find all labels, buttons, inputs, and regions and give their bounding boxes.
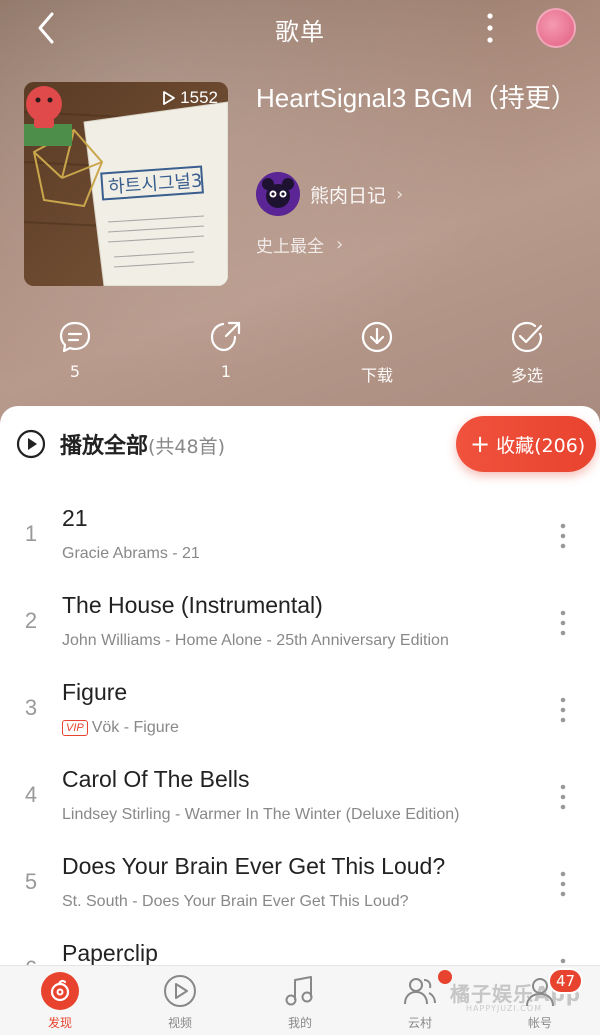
song-index: 5 bbox=[24, 869, 38, 894]
play-count-value: 1552 bbox=[180, 88, 218, 107]
song-subtitle: VIP Vök - Figure bbox=[62, 719, 179, 737]
song-more-icon[interactable] bbox=[556, 869, 570, 899]
song-title: Carol Of The Bells bbox=[62, 766, 250, 792]
song-title: 21 bbox=[62, 505, 88, 531]
tab-discover[interactable]: 发现 bbox=[20, 972, 100, 1031]
watermark-subtext: HAPPYJUZI.COM bbox=[466, 1004, 543, 1013]
song-artist-album: St. South - Does Your Brain Ever Get Thi… bbox=[62, 893, 409, 910]
playlist-cover[interactable]: 하트시그널3 1552 bbox=[24, 82, 228, 286]
song-artist-album: John Williams - Home Alone - 25th Annive… bbox=[62, 632, 449, 649]
page-title: 歌单 bbox=[275, 18, 325, 46]
chevron-right-icon: › bbox=[396, 183, 404, 205]
top-bar: 歌单 bbox=[0, 0, 600, 56]
song-index: 4 bbox=[24, 782, 38, 807]
share-count: 1 bbox=[220, 362, 232, 381]
tab-label: 我的 bbox=[287, 1016, 312, 1030]
song-index: 1 bbox=[24, 521, 38, 546]
download-icon bbox=[361, 321, 393, 353]
collect-label: 收藏(206) bbox=[496, 434, 586, 457]
song-row[interactable]: 2 The House (Instrumental) John Williams… bbox=[0, 580, 600, 667]
community-icon bbox=[404, 978, 436, 1005]
tab-mine[interactable]: 我的 bbox=[260, 972, 340, 1031]
song-title: Paperclip bbox=[62, 940, 158, 966]
song-row[interactable]: 3 Figure VIP Vök - Figure bbox=[0, 667, 600, 754]
comment-count: 5 bbox=[69, 362, 81, 381]
play-all-label: 播放全部(共48首) bbox=[60, 428, 225, 460]
creator-link[interactable]: 熊肉日记 › bbox=[256, 172, 403, 216]
tab-label: 帐号 bbox=[527, 1016, 552, 1030]
play-all-text: 播放全部 bbox=[60, 434, 149, 459]
discover-icon bbox=[41, 972, 79, 1010]
creator-avatar-image bbox=[256, 172, 300, 216]
playlist-title[interactable]: HeartSignal3 BGM（持更） bbox=[256, 80, 577, 116]
song-artist-album: Vök - Figure bbox=[91, 719, 179, 736]
song-more-icon[interactable] bbox=[556, 608, 570, 638]
play-circle-icon bbox=[16, 429, 46, 459]
song-row[interactable]: 5 Does Your Brain Ever Get This Loud? St… bbox=[0, 841, 600, 928]
multi-select-label: 多选 bbox=[510, 366, 543, 385]
creator-avatar bbox=[256, 172, 300, 216]
collect-button[interactable]: + 收藏(206) bbox=[456, 416, 596, 472]
comment-button[interactable]: 5 bbox=[25, 320, 125, 381]
video-icon bbox=[164, 975, 196, 1007]
vip-badge: VIP bbox=[62, 720, 88, 736]
song-row[interactable]: 1 21 Gracie Abrams - 21 bbox=[0, 493, 600, 580]
music-note-icon bbox=[285, 976, 313, 1006]
playing-disc-avatar[interactable] bbox=[536, 8, 576, 48]
share-icon bbox=[210, 321, 241, 352]
chevron-right-icon: › bbox=[336, 234, 344, 255]
song-index: 3 bbox=[24, 695, 38, 720]
song-subtitle: St. South - Does Your Brain Ever Get Thi… bbox=[62, 893, 409, 911]
tab-video[interactable]: 视频 bbox=[140, 972, 220, 1031]
creator-name: 熊肉日记 bbox=[310, 184, 387, 207]
play-count: 1552 bbox=[162, 88, 218, 108]
more-vertical-icon bbox=[487, 13, 493, 43]
song-count: (共48首) bbox=[148, 436, 226, 458]
song-title: Figure bbox=[62, 679, 128, 705]
song-more-icon[interactable] bbox=[556, 521, 570, 551]
play-triangle-icon bbox=[163, 91, 176, 105]
song-artist-album: Lindsey Stirling - Warmer In The Winter … bbox=[62, 806, 460, 823]
share-button[interactable]: 1 bbox=[176, 320, 276, 381]
download-label: 下载 bbox=[360, 366, 393, 385]
playlist-description[interactable]: 史上最全 › bbox=[256, 232, 343, 257]
notification-dot bbox=[438, 970, 452, 984]
tab-label: 视频 bbox=[167, 1016, 192, 1030]
song-subtitle: Lindsey Stirling - Warmer In The Winter … bbox=[62, 806, 459, 824]
multi-select-icon bbox=[511, 321, 543, 353]
more-options-button[interactable] bbox=[478, 8, 502, 48]
song-artist-album: Gracie Abrams - 21 bbox=[62, 545, 200, 562]
download-button[interactable]: 下载 bbox=[327, 320, 427, 386]
song-list-panel: 播放全部(共48首) + 收藏(206) 1 21 Gracie Abrams … bbox=[0, 406, 600, 1035]
song-title: Does Your Brain Ever Get This Loud? bbox=[62, 853, 446, 879]
tab-label: 发现 bbox=[47, 1016, 72, 1030]
song-index: 2 bbox=[24, 608, 38, 633]
song-subtitle: Gracie Abrams - 21 bbox=[62, 545, 200, 563]
comment-icon bbox=[59, 321, 91, 353]
account-badge: 47 bbox=[548, 968, 584, 994]
cover-image: 하트시그널3 bbox=[24, 82, 228, 286]
multi-select-button[interactable]: 多选 bbox=[477, 320, 577, 386]
song-title: The House (Instrumental) bbox=[62, 592, 323, 618]
action-bar: 5 1 下载 多选 bbox=[0, 320, 600, 390]
description-text: 史上最全 bbox=[256, 237, 324, 257]
song-row[interactable]: 4 Carol Of The Bells Lindsey Stirling - … bbox=[0, 754, 600, 841]
song-subtitle: John Williams - Home Alone - 25th Annive… bbox=[62, 632, 449, 650]
song-more-icon[interactable] bbox=[556, 782, 570, 812]
plus-icon: + bbox=[470, 430, 491, 458]
tab-label: 云村 bbox=[407, 1016, 432, 1030]
song-more-icon[interactable] bbox=[556, 695, 570, 725]
